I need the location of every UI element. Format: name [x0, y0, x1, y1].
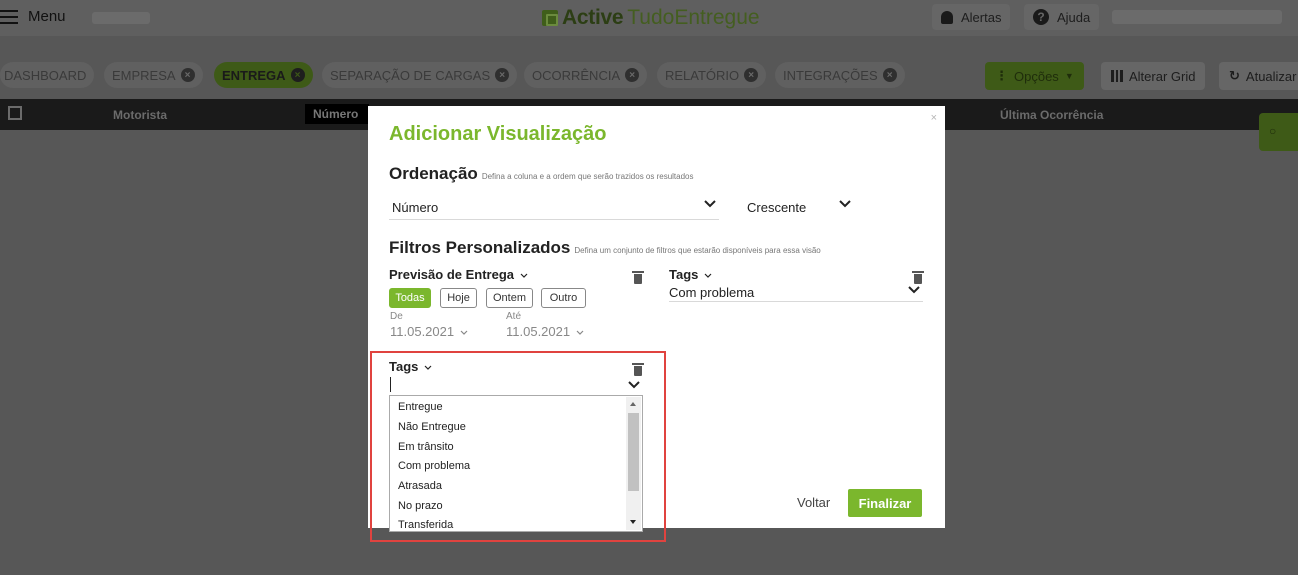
- close-tab-icon[interactable]: ×: [180, 68, 195, 82]
- tab-dashboard[interactable]: Dashboard: [0, 62, 95, 88]
- search-icon: ○: [1269, 124, 1277, 138]
- filtros-section-title: Filtros Personalizados Defina um conjunto…: [389, 238, 821, 258]
- logo-icon: [542, 10, 558, 26]
- tab-label: Relatório: [665, 67, 740, 83]
- tags-value-right: Com problema: [669, 285, 755, 300]
- column-motorista[interactable]: Motorista: [113, 108, 167, 122]
- refresh-button[interactable]: ↻ Atualizar: [1219, 62, 1298, 90]
- highlight-box: [370, 351, 666, 542]
- sort-column-value: Número: [392, 200, 439, 215]
- logo-bold-text: Active: [562, 6, 624, 29]
- date-from-value: 11.05.2021: [390, 324, 455, 339]
- refresh-icon: ↻: [1229, 68, 1240, 83]
- top-bar: Menu Active TudoEntregue Alertas ? Ajuda: [0, 0, 1298, 36]
- tab-label: Integrações: [783, 67, 878, 83]
- close-tab-icon[interactable]: ×: [744, 68, 759, 82]
- chevron-down-icon: [576, 330, 584, 335]
- tab-label: Ocorrência: [532, 67, 621, 83]
- blurred-user-info: [92, 12, 150, 24]
- column-numero-label: Número: [313, 107, 359, 121]
- segment-ontem[interactable]: Ontem: [486, 288, 533, 308]
- app-logo: Active TudoEntregue: [542, 6, 760, 30]
- select-all-checkbox[interactable]: [8, 106, 22, 120]
- finish-button[interactable]: Finalizar: [848, 489, 922, 517]
- ordenacao-title: Ordenação: [389, 164, 478, 183]
- back-button[interactable]: Voltar: [797, 495, 830, 510]
- column-numero[interactable]: Número: [305, 104, 369, 124]
- close-tab-icon[interactable]: ×: [495, 68, 510, 82]
- tab-label: Dashboard: [4, 67, 87, 83]
- sort-order-select[interactable]: Crescente: [744, 196, 854, 220]
- chevron-down-icon: [460, 330, 468, 335]
- date-from-field[interactable]: 11.05.2021: [390, 324, 468, 339]
- caret-down-icon: ▼: [1064, 71, 1074, 81]
- logo-rest-text: TudoEntregue: [627, 6, 760, 29]
- close-tab-icon[interactable]: ×: [625, 68, 640, 82]
- tab-label: Entrega: [222, 67, 286, 83]
- sort-order-value: Crescente: [747, 200, 807, 215]
- alerts-button[interactable]: Alertas: [932, 4, 1011, 30]
- modal-title: Adicionar Visualização: [389, 123, 607, 145]
- tags-title: Tags: [669, 267, 699, 282]
- tags-filter-title-right[interactable]: Tags: [669, 267, 712, 282]
- refresh-label: Atualizar: [1245, 68, 1297, 84]
- previsao-title: Previsão de Entrega: [389, 267, 514, 282]
- options-label: Opções: [1014, 68, 1059, 84]
- help-label: Ajuda: [1057, 9, 1091, 25]
- close-modal-icon[interactable]: ×: [931, 112, 937, 124]
- previsao-filter-title[interactable]: Previsão de Entrega: [389, 267, 528, 282]
- chevron-down-icon: [839, 200, 851, 208]
- grid-icon: [1111, 70, 1124, 82]
- menu-button[interactable]: Menu: [0, 8, 66, 25]
- help-icon: ?: [1033, 9, 1049, 25]
- close-tab-icon[interactable]: ×: [290, 68, 305, 82]
- blurred-account-info: [1112, 10, 1282, 24]
- ordenacao-section-title: Ordenação Defina a coluna e a ordem que s…: [389, 164, 694, 184]
- filtros-title: Filtros Personalizados: [389, 238, 571, 257]
- bell-icon: [941, 10, 953, 24]
- segment-todas[interactable]: Todas: [389, 288, 431, 308]
- help-button[interactable]: ? Ajuda: [1024, 4, 1100, 30]
- ordenacao-hint: Defina a coluna e a ordem que serão traz…: [481, 172, 694, 181]
- tab-integracoes[interactable]: Integrações ×: [775, 62, 905, 88]
- date-to-label: Até: [506, 311, 522, 322]
- date-to-field[interactable]: 11.05.2021: [506, 324, 584, 339]
- filtros-hint: Defina um conjunto de filtros que estarã…: [574, 246, 821, 255]
- tags-select-right[interactable]: Com problema: [669, 282, 923, 302]
- search-side-button[interactable]: ○: [1259, 113, 1298, 151]
- chevron-down-icon: [704, 200, 716, 208]
- kebab-icon: ⋮: [995, 68, 1008, 83]
- chevron-down-icon: [908, 286, 920, 294]
- tab-empresa[interactable]: Empresa ×: [104, 62, 203, 88]
- tab-entrega[interactable]: Entrega ×: [214, 62, 313, 88]
- chevron-down-icon: [704, 273, 712, 278]
- column-ultima-ocorrencia[interactable]: Última Ocorrência: [1000, 108, 1103, 122]
- tab-separacao-de-cargas[interactable]: Separação de Cargas ×: [322, 62, 518, 88]
- chevron-down-icon: [520, 273, 528, 278]
- options-button[interactable]: ⋮ Opções ▼: [985, 62, 1084, 90]
- close-tab-icon[interactable]: ×: [882, 68, 897, 82]
- tab-relatorio[interactable]: Relatório ×: [657, 62, 767, 88]
- tab-ocorrencia[interactable]: Ocorrência ×: [524, 62, 648, 88]
- trash-icon[interactable]: [632, 271, 644, 284]
- alterar-grid-label: Alterar Grid: [1129, 68, 1196, 84]
- alterar-grid-button[interactable]: Alterar Grid: [1101, 62, 1206, 90]
- date-from-label: De: [390, 311, 403, 322]
- date-to-value: 11.05.2021: [506, 324, 571, 339]
- alerts-label: Alertas: [961, 9, 1002, 25]
- tab-label: Empresa: [112, 67, 176, 83]
- hamburger-icon: [0, 9, 18, 24]
- segment-hoje[interactable]: Hoje: [440, 288, 477, 308]
- sort-column-select[interactable]: Número: [389, 196, 719, 220]
- tab-label: Separação de Cargas: [330, 67, 491, 83]
- menu-label: Menu: [28, 8, 66, 25]
- segment-outro[interactable]: Outro: [541, 288, 586, 308]
